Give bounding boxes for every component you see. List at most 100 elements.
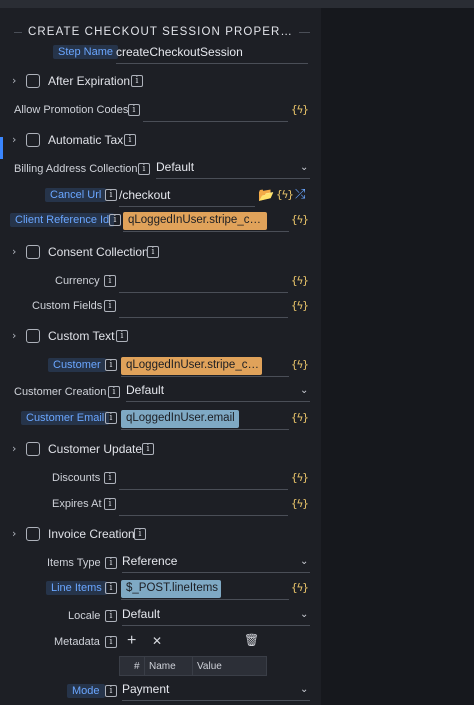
- info-icon[interactable]: i: [104, 300, 116, 312]
- info-icon[interactable]: i: [105, 557, 117, 569]
- info-icon[interactable]: i: [105, 636, 117, 648]
- header-divider-right: [299, 31, 310, 33]
- billing-address-collection-select[interactable]: Default: [156, 157, 310, 179]
- automatic-tax-label: Automatic Tax: [48, 133, 124, 147]
- discounts-input[interactable]: [119, 468, 288, 490]
- trash-icon[interactable]: 🗑: [244, 633, 259, 647]
- info-icon[interactable]: i: [105, 189, 117, 201]
- locale-row: Locale i Default ⌄: [0, 606, 321, 628]
- customer-row: Customer i qLoggedInUser.stripe_c… {ϟ}: [0, 355, 321, 377]
- info-icon[interactable]: i: [105, 610, 117, 622]
- discounts-row: Discounts i {ϟ}: [0, 468, 321, 490]
- expression-icon[interactable]: {ϟ}: [291, 103, 309, 116]
- consent-collection-checkbox[interactable]: [26, 245, 40, 259]
- step-name-input[interactable]: createCheckoutSession: [116, 42, 308, 64]
- chevron-right-icon[interactable]: ›: [12, 329, 16, 342]
- info-icon[interactable]: i: [128, 104, 140, 116]
- expression-chip[interactable]: qLoggedInUser.email: [121, 410, 239, 428]
- metadata-label: Metadata: [54, 636, 100, 648]
- info-icon[interactable]: i: [138, 163, 150, 175]
- info-icon[interactable]: i: [116, 330, 128, 342]
- info-icon[interactable]: i: [104, 275, 116, 287]
- info-icon[interactable]: i: [105, 685, 117, 697]
- after-expiration-checkbox[interactable]: [26, 74, 40, 88]
- items-type-label: Items Type: [47, 557, 101, 569]
- info-icon[interactable]: i: [104, 472, 116, 484]
- currency-input[interactable]: [119, 271, 288, 293]
- line-items-input[interactable]: $_POST.lineItems: [121, 578, 289, 600]
- info-icon[interactable]: i: [105, 359, 117, 371]
- expression-icon[interactable]: {ϟ}: [291, 497, 309, 510]
- chevron-right-icon[interactable]: ›: [12, 74, 16, 87]
- customer-creation-select[interactable]: Default: [126, 380, 310, 402]
- column-divider: [144, 657, 145, 675]
- chevron-right-icon[interactable]: ›: [12, 133, 16, 146]
- expires-at-label: Expires At: [52, 498, 102, 510]
- invoice-creation-label: Invoice Creation: [48, 527, 135, 541]
- client-reference-id-label: Client Reference Id: [10, 213, 115, 227]
- folder-icon[interactable]: 📂: [258, 187, 274, 203]
- mode-label: Mode: [67, 684, 105, 698]
- expression-icon[interactable]: {ϟ}: [276, 188, 294, 201]
- customer-email-input[interactable]: qLoggedInUser.email: [121, 408, 289, 430]
- info-icon[interactable]: i: [124, 134, 136, 146]
- chevron-right-icon[interactable]: ›: [12, 527, 16, 540]
- info-icon[interactable]: i: [131, 75, 143, 87]
- info-icon[interactable]: i: [147, 246, 159, 258]
- expires-at-row: Expires At i {ϟ}: [0, 494, 321, 516]
- currency-label: Currency: [55, 275, 100, 287]
- allow-promotion-codes-label: Allow Promotion Codes: [14, 104, 129, 116]
- automatic-tax-checkbox[interactable]: [26, 133, 40, 147]
- add-icon[interactable]: +: [127, 632, 136, 650]
- expression-chip[interactable]: qLoggedInUser.stripe_c…: [123, 212, 267, 230]
- allow-promotion-codes-input[interactable]: [143, 100, 288, 122]
- customer-update-checkbox[interactable]: [26, 442, 40, 456]
- chevron-down-icon: ⌄: [300, 556, 309, 567]
- info-icon[interactable]: i: [104, 498, 116, 510]
- custom-text-checkbox[interactable]: [26, 329, 40, 343]
- after-expiration-label: After Expiration: [48, 74, 131, 88]
- info-icon[interactable]: i: [109, 214, 121, 226]
- mode-select[interactable]: Payment: [122, 679, 310, 701]
- expression-icon[interactable]: {ϟ}: [291, 213, 309, 226]
- client-reference-id-input[interactable]: qLoggedInUser.stripe_c…: [123, 210, 289, 232]
- chevron-right-icon[interactable]: ›: [12, 442, 16, 455]
- cancel-url-row: Cancel Url i /checkout 📂 {ϟ} ⤮: [0, 185, 321, 207]
- client-reference-id-row: Client Reference Id i qLoggedInUser.stri…: [0, 210, 321, 232]
- expression-icon[interactable]: {ϟ}: [291, 299, 309, 312]
- invoice-creation-checkbox[interactable]: [26, 527, 40, 541]
- currency-row: Currency i {ϟ}: [0, 271, 321, 293]
- line-items-row: Line Items i $_POST.lineItems {ϟ}: [0, 578, 321, 600]
- items-type-select[interactable]: Reference: [122, 551, 310, 573]
- section-header: CREATE CHECKOUT SESSION PROPER…: [14, 24, 310, 40]
- info-icon[interactable]: i: [105, 412, 117, 424]
- chevron-down-icon: ⌄: [300, 162, 309, 173]
- customer-update-row: › Customer Update i: [0, 439, 321, 461]
- expression-icon[interactable]: {ϟ}: [291, 274, 309, 287]
- customer-update-label: Customer Update: [48, 442, 143, 456]
- step-name-row: Step Name createCheckoutSession: [0, 42, 321, 64]
- customer-email-row: Customer Email i qLoggedInUser.email {ϟ}: [0, 408, 321, 430]
- expression-icon[interactable]: {ϟ}: [291, 411, 309, 424]
- shuffle-icon[interactable]: ⤮: [295, 186, 305, 202]
- cancel-url-input[interactable]: /checkout: [119, 185, 255, 207]
- custom-text-label: Custom Text: [48, 329, 115, 343]
- close-icon[interactable]: ✕: [152, 634, 162, 648]
- billing-address-collection-row: Billing Address Collection i Default ⌄: [0, 159, 321, 181]
- info-icon[interactable]: i: [134, 528, 146, 540]
- expires-at-input[interactable]: [119, 494, 288, 516]
- expression-icon[interactable]: {ϟ}: [291, 471, 309, 484]
- expression-icon[interactable]: {ϟ}: [291, 358, 309, 371]
- custom-fields-input[interactable]: [119, 296, 288, 318]
- locale-select[interactable]: Default: [122, 604, 310, 626]
- info-icon[interactable]: i: [105, 582, 117, 594]
- expression-icon[interactable]: {ϟ}: [291, 581, 309, 594]
- expression-chip[interactable]: qLoggedInUser.stripe_c…: [121, 357, 262, 375]
- customer-input[interactable]: qLoggedInUser.stripe_c…: [121, 355, 289, 377]
- info-icon[interactable]: i: [108, 386, 120, 398]
- customer-email-label: Customer Email: [21, 411, 110, 425]
- expression-chip[interactable]: $_POST.lineItems: [121, 580, 221, 598]
- info-icon[interactable]: i: [142, 443, 154, 455]
- chevron-right-icon[interactable]: ›: [12, 245, 16, 258]
- metadata-row: Metadata i + ✕ 🗑: [0, 632, 321, 654]
